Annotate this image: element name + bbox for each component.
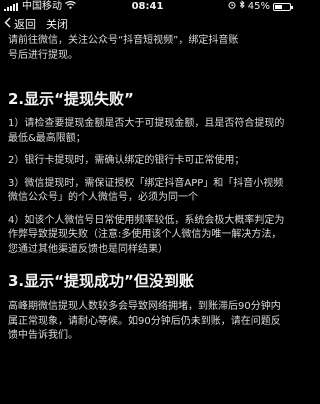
- list-item: 3）微信提现时，需保证授权「绑定抖音APP」和「抖音小视频微信公众号」的个人微信…: [8, 177, 284, 204]
- close-label: 关闭: [46, 18, 68, 31]
- back-label: 返回: [14, 18, 36, 31]
- bluetooth-icon: [239, 0, 245, 14]
- chevron-left-icon: [4, 14, 11, 36]
- close-button[interactable]: 关闭: [46, 14, 68, 36]
- status-right: 45%: [228, 0, 293, 14]
- back-button[interactable]: 返回: [4, 14, 36, 36]
- list-item: 1）请检查要提现金额是否大于可提现金额，且是否符合提现的最低&最高限额；: [8, 118, 285, 144]
- webview-screen: 中国移动 08:41 45% 返回 关闭 请前往微信，关注公众号“抖音短视频”，…: [0, 0, 295, 404]
- section-title-success-not-received: 3.显示“提现成功”但没到账: [8, 272, 194, 290]
- top-partial-text-2: 号后进行提现。: [8, 49, 78, 61]
- article-content: 请前往微信，关注公众号“抖音短视频”，绑定抖音账 号后进行提现。 2.显示“提现…: [8, 34, 290, 344]
- status-bar: 中国移动 08:41 45%: [0, 0, 295, 14]
- nav-bar: 返回 关闭: [0, 14, 295, 36]
- battery-percent: 45%: [247, 1, 270, 12]
- list-item: 2）银行卡提现时，需确认绑定的银行卡可正常使用；: [8, 155, 245, 166]
- section-title-withdraw-failed: 2.显示“提现失败”: [8, 90, 134, 108]
- section3-text: 高峰期微信提现人数较多会导致网络拥堵，到账滞后90分钟内属正常现象，请耐心等候。…: [8, 301, 281, 341]
- battery-icon: [273, 3, 293, 11]
- top-partial-text-1: 请前往微信，关注公众号“抖音短视频”，绑定抖音账: [8, 35, 239, 46]
- list-item: 4）如该个人微信号日常使用频率较低，系统会极大概率判定为作弊导致提现失败（注意:…: [8, 214, 285, 255]
- alarm-icon: [228, 0, 236, 14]
